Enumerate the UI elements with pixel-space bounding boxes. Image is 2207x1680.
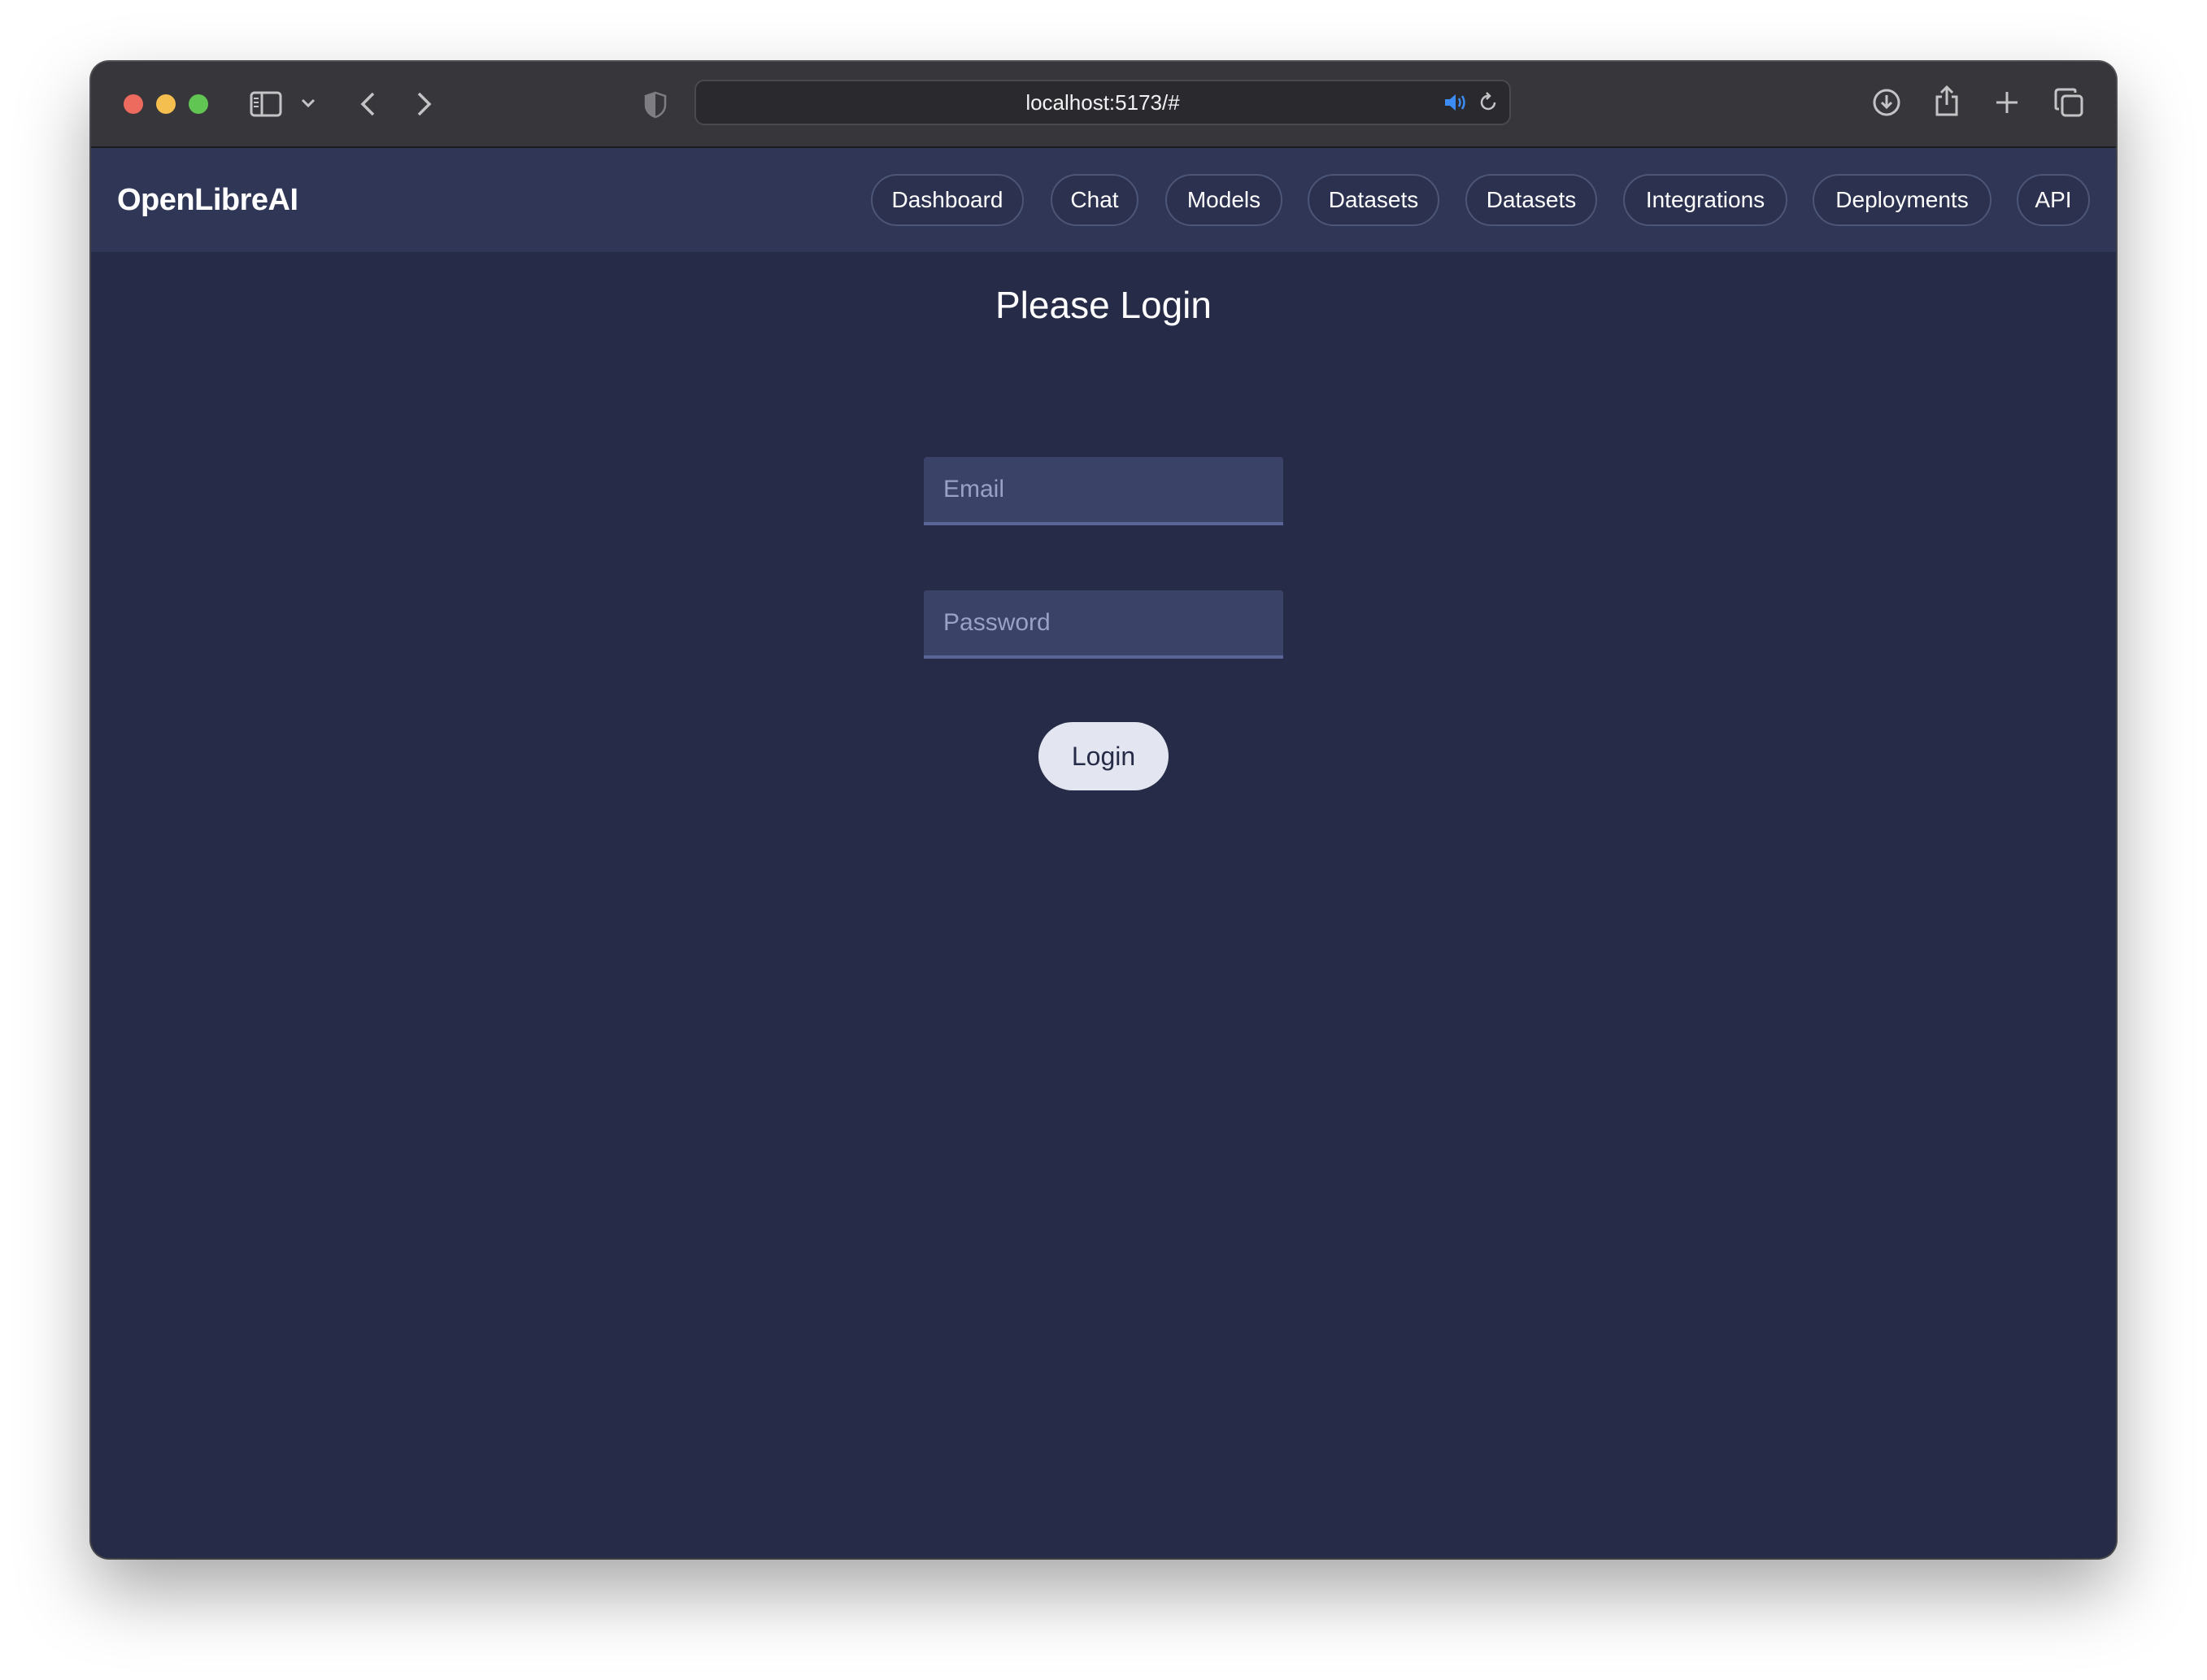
back-arrow-icon[interactable] — [351, 88, 384, 120]
tabs-overview-icon[interactable] — [2052, 86, 2085, 119]
nav-integrations-button[interactable]: Integrations — [1623, 174, 1787, 226]
nav-datasets-button-2[interactable]: Datasets — [1465, 174, 1597, 226]
password-field[interactable] — [924, 590, 1283, 659]
plus-icon[interactable] — [1992, 88, 2022, 117]
forward-arrow-icon[interactable] — [408, 88, 441, 120]
page-title: Please Login — [995, 284, 1212, 326]
email-field[interactable] — [924, 457, 1283, 525]
address-bar[interactable]: localhost:5173/# — [694, 80, 1511, 125]
nav-chat-button[interactable]: Chat — [1051, 174, 1138, 226]
nav-dashboard-button[interactable]: Dashboard — [871, 174, 1024, 226]
login-button[interactable]: Login — [1038, 722, 1169, 790]
speaker-icon[interactable] — [1443, 91, 1469, 114]
minimize-window-button[interactable] — [156, 94, 176, 114]
browser-toolbar: localhost:5173/# — [91, 62, 2116, 148]
nav-datasets-button[interactable]: Datasets — [1308, 174, 1439, 226]
maximize-window-button[interactable] — [189, 94, 208, 114]
main-content: Please Login Login — [91, 252, 2116, 1558]
download-icon[interactable] — [1870, 86, 1903, 119]
reload-icon[interactable] — [1477, 91, 1500, 114]
app-navbar: OpenLibreAI Dashboard Chat Models Datase… — [91, 148, 2116, 252]
nav-models-button[interactable]: Models — [1165, 174, 1282, 226]
sidebar-toggle-icon[interactable] — [249, 88, 283, 120]
brand-logo[interactable]: OpenLibreAI — [117, 148, 298, 252]
share-icon[interactable] — [1932, 83, 1961, 119]
nav-api-button[interactable]: API — [2017, 174, 2090, 226]
chevron-down-icon[interactable] — [299, 94, 317, 112]
close-window-button[interactable] — [124, 94, 143, 114]
browser-window: localhost:5173/# OpenLibreAI Dashboard C… — [91, 62, 2116, 1558]
shield-icon[interactable] — [641, 89, 670, 120]
url-text: localhost:5173/# — [1025, 90, 1180, 115]
nav-deployments-button[interactable]: Deployments — [1813, 174, 1992, 226]
